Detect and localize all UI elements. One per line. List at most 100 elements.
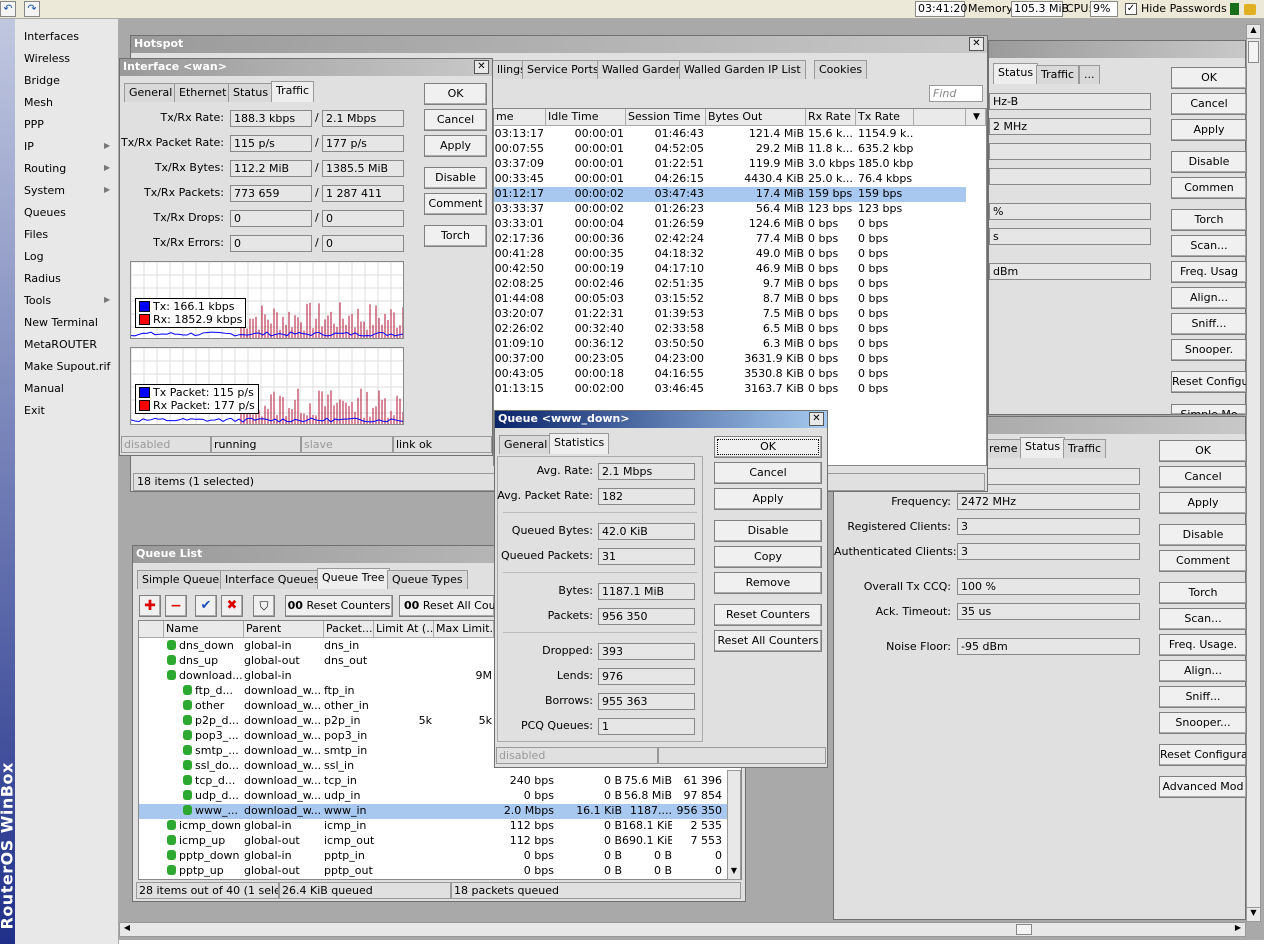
apply-button[interactable]: Apply <box>1171 119 1247 141</box>
scroll-down-icon[interactable]: ▼ <box>1247 907 1260 921</box>
sidebar-item-bridge[interactable]: Bridge <box>24 74 60 87</box>
workspace-hscroll[interactable]: ◀ ▶ <box>119 922 1246 937</box>
tab-status[interactable]: Status <box>1020 437 1066 458</box>
advanced-mode-button[interactable]: Advanced Mod <box>1159 776 1247 798</box>
table-row[interactable]: 02:17:36 00:00:36 02:42:24 77.4 MiB 0 bps 0 b… <box>494 232 966 247</box>
simple-mode-button[interactable]: Simple Mo <box>1171 404 1247 415</box>
undo-icon[interactable]: ↶ <box>0 1 16 17</box>
sidebar-item-exit[interactable]: Exit <box>24 404 45 417</box>
reset-counters-button[interactable]: Reset Counters <box>714 604 822 626</box>
tab-ethernet[interactable]: Ethernet <box>174 83 232 102</box>
tab-service-ports[interactable]: Service Ports <box>522 60 604 79</box>
table-row[interactable]: 01:09:10 00:36:12 03:50:50 6.3 MiB 0 bps 0 bp… <box>494 337 966 352</box>
table-row[interactable]: 02:08:25 00:02:46 02:51:35 9.7 MiB 0 bps 0 bp… <box>494 277 966 292</box>
comment-button[interactable]: Comment <box>424 193 487 215</box>
tab-status[interactable]: Status <box>993 63 1039 84</box>
column-header-parent[interactable]: Parent <box>244 621 324 638</box>
tab-general[interactable]: General <box>499 435 553 454</box>
tab-interface-queues[interactable]: Interface Queues <box>220 570 325 589</box>
close-icon[interactable]: ✕ <box>474 60 489 74</box>
table-row[interactable]: 03:33:01 00:00:04 01:26:59 124.6 MiB 0 bps 0 … <box>494 217 966 232</box>
column-header-uptime[interactable]: me <box>494 109 546 126</box>
sidebar-item-queues[interactable]: Queues <box>24 206 66 219</box>
sidebar-item-system[interactable]: System <box>24 184 65 197</box>
enable-icon[interactable]: ✔ <box>195 595 217 617</box>
column-header-packet-mark[interactable]: Packet... <box>324 621 374 638</box>
table-row[interactable]: 02:26:02 00:32:40 02:33:58 6.5 MiB 0 bps 0 bp… <box>494 322 966 337</box>
sidebar-item-tools[interactable]: Tools <box>24 294 51 307</box>
ok-button[interactable]: OK <box>1159 440 1247 462</box>
table-row[interactable]: pptp_up global-out pptp_out 0 bps 0 B 0 B 0 <box>139 864 729 879</box>
tab-more[interactable]: ... <box>1079 65 1100 84</box>
remove-button[interactable]: Remove <box>714 572 822 594</box>
column-header-tx-rate[interactable]: Tx Rate <box>856 109 914 126</box>
tab-extreme[interactable]: reme <box>984 439 1023 458</box>
cancel-button[interactable]: Cancel <box>1159 466 1247 488</box>
table-row[interactable]: udp_d... download_w... udp_in 0 bps 0 B 56.8 … <box>139 789 729 804</box>
comment-button[interactable]: Commen <box>1171 177 1247 199</box>
column-header-limit-at[interactable]: Limit At (... <box>374 621 434 638</box>
column-header-name[interactable]: Name <box>164 621 244 638</box>
find-input[interactable]: Find <box>929 85 983 102</box>
table-row[interactable]: 00:07:55 00:00:01 04:52:05 29.2 MiB 11.8 k..… <box>494 142 966 157</box>
snooper-button[interactable]: Snooper... <box>1159 712 1247 734</box>
tab-statistics[interactable]: Statistics <box>549 433 610 454</box>
align-button[interactable]: Align... <box>1171 287 1247 309</box>
table-row[interactable]: 03:37:09 00:00:01 01:22:51 119.9 MiB 3.0 kbp… <box>494 157 966 172</box>
table-row[interactable]: 01:12:17 00:00:02 03:47:43 17.4 MiB 159 bps 1… <box>494 187 966 202</box>
column-header-max-limit[interactable]: Max Limit... <box>434 621 494 638</box>
cancel-button[interactable]: Cancel <box>1171 93 1247 115</box>
queue-vscroll[interactable]: ▼ <box>727 770 741 880</box>
scroll-down-icon[interactable]: ▼ <box>728 866 740 879</box>
tab-queue-types[interactable]: Queue Types <box>387 570 468 589</box>
disable-button[interactable]: Disable <box>714 520 822 542</box>
disable-icon[interactable]: ✖ <box>221 595 243 617</box>
sidebar-item-metarouter[interactable]: MetaROUTER <box>24 338 97 351</box>
table-row[interactable]: www_... download_w... www_in 2.0 Mbps 16.1 K… <box>139 804 729 819</box>
tab-walled-garden[interactable]: Walled Garden <box>597 60 688 79</box>
table-row[interactable]: 03:33:37 00:00:02 01:26:23 56.4 MiB 123 bps 1… <box>494 202 966 217</box>
hscroll-thumb[interactable] <box>1016 924 1032 935</box>
table-row[interactable]: 03:20:07 01:22:31 01:39:53 7.5 MiB 0 bps 0 bp… <box>494 307 966 322</box>
comment-button[interactable]: Comment <box>1159 550 1247 572</box>
freq-usage-button[interactable]: Freq. Usag <box>1171 261 1247 283</box>
apply-button[interactable]: Apply <box>1159 492 1247 514</box>
tab-traffic[interactable]: Traffic <box>271 81 315 102</box>
disable-button[interactable]: Disable <box>1171 151 1247 173</box>
disable-button[interactable]: Disable <box>1159 524 1247 546</box>
torch-button[interactable]: Torch <box>1159 582 1247 604</box>
tab-status[interactable]: Status <box>228 83 274 102</box>
add-icon[interactable]: ✚ <box>139 595 161 617</box>
snooper-button[interactable]: Snooper. <box>1171 339 1247 361</box>
tab-cookies[interactable]: Cookies <box>814 60 868 79</box>
column-header-bytes-out[interactable]: Bytes Out <box>706 109 806 126</box>
copy-button[interactable]: Copy <box>714 546 822 568</box>
sniff-button[interactable]: Sniff... <box>1171 313 1247 335</box>
table-row[interactable]: icmp_down global-in icmp_in 112 bps 0 B 168.1… <box>139 819 729 834</box>
torch-button[interactable]: Torch <box>424 225 487 247</box>
scan-button[interactable]: Scan... <box>1171 235 1247 257</box>
table-row[interactable]: 00:33:45 00:00:01 04:26:15 4430.4 KiB 25.0 k… <box>494 172 966 187</box>
ok-button[interactable]: OK <box>424 83 487 105</box>
ok-button[interactable]: OK <box>714 436 822 458</box>
column-header-idle-time[interactable]: Idle Time <box>546 109 626 126</box>
align-button[interactable]: Align... <box>1159 660 1247 682</box>
cancel-button[interactable]: Cancel <box>714 462 822 484</box>
freq-usage-button[interactable]: Freq. Usage. <box>1159 634 1247 656</box>
sidebar-item-mesh[interactable]: Mesh <box>24 96 53 109</box>
sidebar-item-manual[interactable]: Manual <box>24 382 64 395</box>
sidebar-item-ip[interactable]: IP <box>24 140 34 153</box>
table-row[interactable]: pptp_down global-in pptp_in 0 bps 0 B 0 B 0 <box>139 849 729 864</box>
tab-general[interactable]: General <box>124 83 178 102</box>
reset-counters-button[interactable]: 00 Reset Counters <box>285 595 393 617</box>
scroll-right-icon[interactable]: ▶ <box>1231 923 1245 936</box>
sidebar-item-radius[interactable]: Radius <box>24 272 61 285</box>
sidebar-item-interfaces[interactable]: Interfaces <box>24 30 79 43</box>
vscroll-thumb[interactable] <box>1248 41 1259 63</box>
sniff-button[interactable]: Sniff... <box>1159 686 1247 708</box>
remove-icon[interactable]: − <box>165 595 187 617</box>
reset-all-counters-button[interactable]: 00 Reset All Coun <box>399 595 495 617</box>
reset-all-counters-button[interactable]: Reset All Counters <box>714 630 822 652</box>
table-row[interactable]: 03:13:17 00:00:01 01:46:43 121.4 MiB 15.6 k.… <box>494 127 966 142</box>
table-row[interactable]: 01:13:15 00:02:00 03:46:45 3163.7 KiB 0 bps 0… <box>494 382 966 397</box>
